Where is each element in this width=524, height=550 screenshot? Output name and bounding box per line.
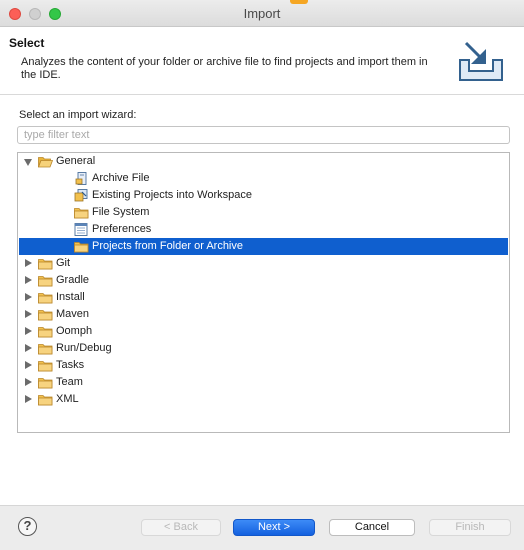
tree-item-label: Tasks	[56, 359, 85, 371]
tree-item-gradle[interactable]: Gradle	[19, 272, 508, 289]
back-button[interactable]: < Back	[141, 519, 221, 536]
tree-item-general[interactable]: General	[19, 153, 508, 170]
wizard-label: Select an import wizard:	[19, 109, 137, 121]
folder-icon	[38, 257, 53, 270]
tree-item-label: Team	[56, 376, 83, 388]
tree-item-team[interactable]: Team	[19, 374, 508, 391]
folder-icon	[38, 325, 53, 338]
tree-item-label: Gradle	[56, 274, 90, 286]
tree-item-projects-from-folder-or-archive[interactable]: Projects from Folder or Archive	[19, 238, 508, 255]
finish-button[interactable]: Finish	[429, 519, 511, 536]
folder-icon	[74, 206, 89, 219]
tree-item-existing-projects-into-workspace[interactable]: Existing Projects into Workspace	[19, 187, 508, 204]
tree-item-label: Existing Projects into Workspace	[92, 189, 252, 201]
tree-item-xml[interactable]: XML	[19, 391, 508, 408]
expand-arrow-right-icon[interactable]	[25, 378, 32, 386]
tree-item-label: Git	[56, 257, 71, 269]
help-button[interactable]: ?	[18, 517, 37, 536]
expand-arrow-right-icon[interactable]	[25, 344, 32, 352]
folder-icon	[38, 342, 53, 355]
tree-item-label: Install	[56, 291, 85, 303]
expand-arrow-right-icon[interactable]	[25, 259, 32, 267]
import-wizard-icon	[459, 41, 503, 81]
page-description: Analyzes the content of your folder or a…	[21, 56, 428, 81]
wizard-tree[interactable]: General Archive File Existing Projects int…	[17, 152, 510, 433]
folder-icon	[38, 308, 53, 321]
wizard-header: Select Analyzes the content of your fold…	[0, 27, 524, 95]
folder-open-icon	[37, 155, 54, 168]
tree-item-label: Maven	[56, 308, 90, 320]
tree-item-tasks[interactable]: Tasks	[19, 357, 508, 374]
folder-icon	[38, 291, 53, 304]
folder-icon	[38, 376, 53, 389]
next-button[interactable]: Next >	[233, 519, 315, 536]
tree-item-label: Archive File	[92, 172, 150, 184]
folder-icon	[38, 393, 53, 406]
button-bar: ? < Back Next > Cancel Finish	[0, 505, 524, 550]
tree-item-label: XML	[56, 393, 79, 405]
tree-item-archive-file[interactable]: Archive File	[19, 170, 508, 187]
tree-item-install[interactable]: Install	[19, 289, 508, 306]
expand-arrow-right-icon[interactable]	[25, 276, 32, 284]
page-title: Select	[9, 36, 45, 50]
folder-icon	[38, 274, 53, 287]
existing-projects-icon	[74, 189, 89, 202]
tree-item-maven[interactable]: Maven	[19, 306, 508, 323]
archive-file-icon	[74, 172, 89, 185]
cancel-button[interactable]: Cancel	[329, 519, 415, 536]
tree-item-label: Oomph	[56, 325, 93, 337]
tree-item-preferences[interactable]: Preferences	[19, 221, 508, 238]
tree-item-git[interactable]: Git	[19, 255, 508, 272]
filter-input[interactable]	[17, 126, 510, 144]
tree-item-label: File System	[92, 206, 150, 218]
preferences-icon	[74, 223, 89, 236]
expand-arrow-right-icon[interactable]	[25, 395, 32, 403]
tree-item-label: Preferences	[92, 223, 152, 235]
tree-item-oomph[interactable]: Oomph	[19, 323, 508, 340]
expand-arrow-right-icon[interactable]	[25, 293, 32, 301]
expand-arrow-right-icon[interactable]	[25, 310, 32, 318]
folder-icon	[38, 359, 53, 372]
tree-item-label: General	[56, 155, 96, 167]
tree-item-label: Projects from Folder or Archive	[92, 240, 243, 252]
window-title: Import	[243, 6, 281, 21]
tree-item-label: Run/Debug	[56, 342, 112, 354]
tree-item-file-system[interactable]: File System	[19, 204, 508, 221]
expand-arrow-down-icon[interactable]	[24, 159, 32, 166]
window-tab-indicator	[290, 0, 308, 4]
expand-arrow-right-icon[interactable]	[25, 361, 32, 369]
expand-arrow-right-icon[interactable]	[25, 327, 32, 335]
tree-item-run-debug[interactable]: Run/Debug	[19, 340, 508, 357]
wizard-content: Select an import wizard: General Archive …	[0, 95, 524, 505]
folder-icon	[74, 240, 89, 253]
title-bar[interactable]: Import	[0, 0, 524, 27]
